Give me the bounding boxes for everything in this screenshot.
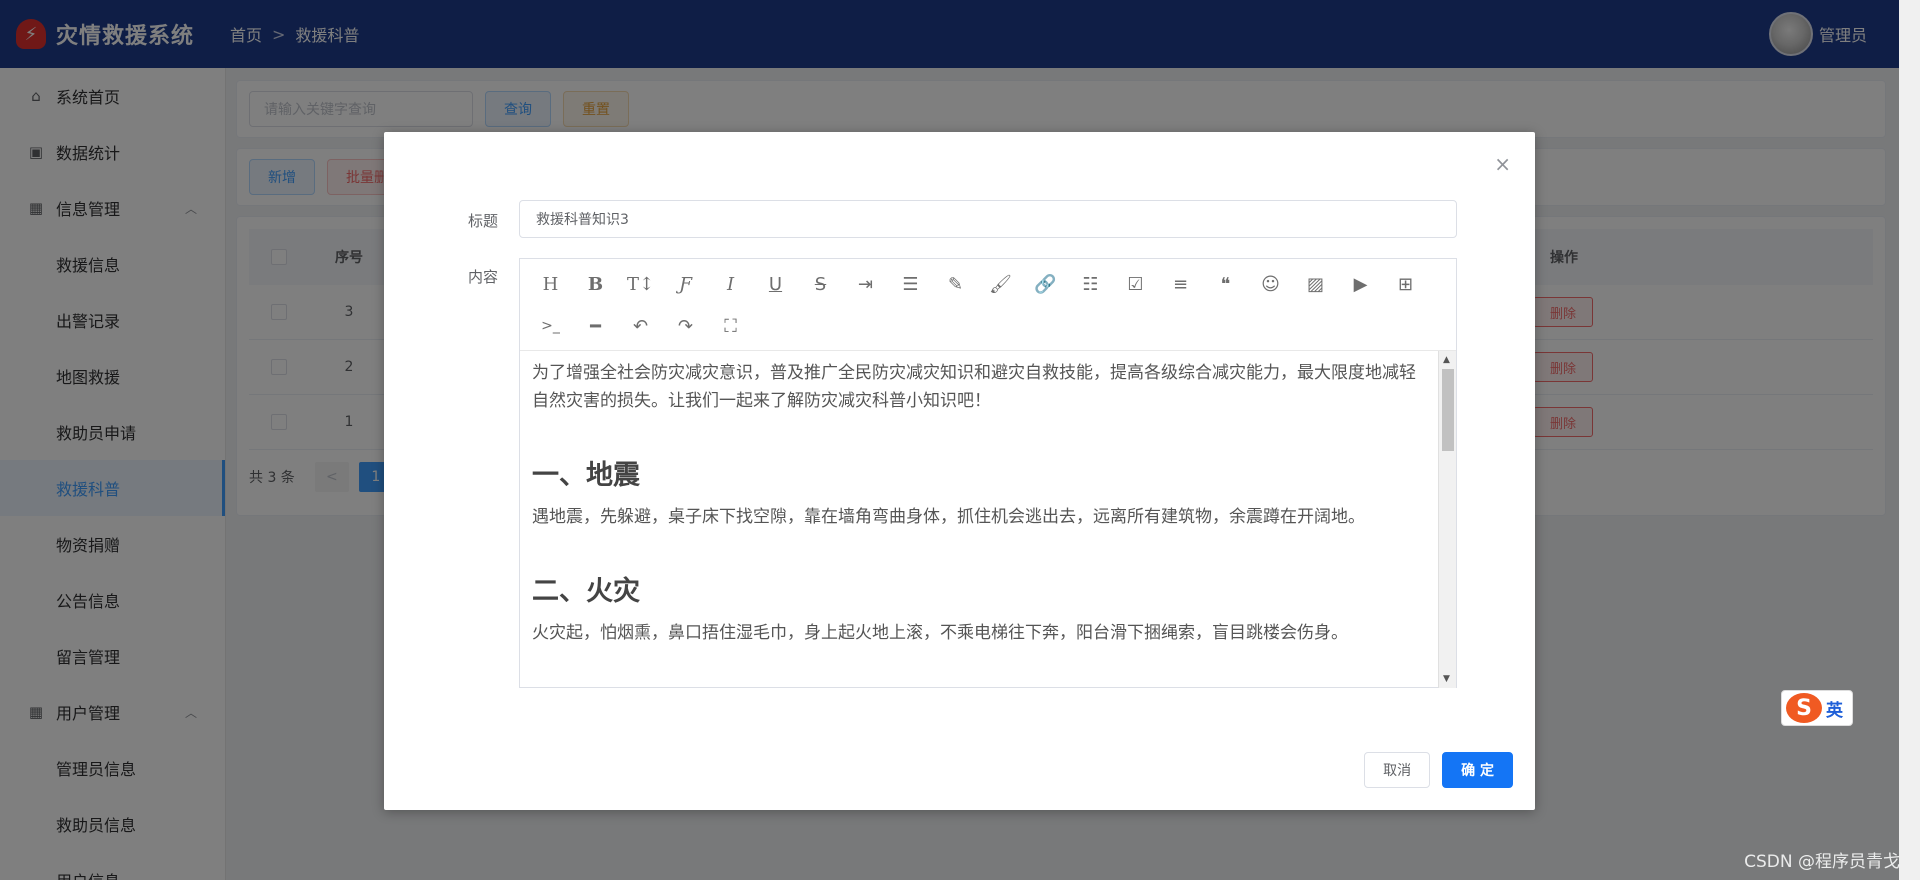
window-edge	[1899, 0, 1920, 880]
emoji-icon[interactable]: ☺	[1248, 263, 1293, 305]
editor-toolbar: H B T↕ Ƒ I U S ⇥ ☰ ✎ 🖌 🔗 ☷ ☑ ≡ ❝ ☺ ▨ ▶ ⊞…	[520, 259, 1456, 351]
section-heading: 一、地震	[532, 460, 640, 491]
title-row: 标题	[384, 210, 510, 231]
scroll-thumb[interactable]	[1442, 369, 1454, 451]
section-paragraph: 遇地震，先躲避，桌子床下找空隙，靠在墙角弯曲身体，抓住机会逃出去，远离所有建筑物…	[532, 507, 1365, 527]
title-label: 标题	[467, 212, 498, 230]
dialog-footer: 取消 确 定	[1364, 752, 1513, 788]
cancel-button[interactable]: 取消	[1364, 752, 1431, 788]
section-paragraph: 火灾起，怕烟熏，鼻口捂住湿毛巾，身上起火地上滚，不乘电梯往下奔，阳台滑下捆绳索，…	[532, 623, 1348, 643]
close-icon[interactable]: ×	[1494, 152, 1511, 176]
bold-icon[interactable]: B	[573, 263, 618, 305]
ime-toolbar[interactable]: S 英	[1781, 690, 1853, 726]
image-icon[interactable]: ▨	[1293, 263, 1338, 305]
checkbox-icon[interactable]: ☑	[1113, 263, 1158, 305]
list-icon[interactable]: ☷	[1068, 263, 1113, 305]
table-icon[interactable]: ⊞	[1383, 263, 1428, 305]
video-icon[interactable]: ▶	[1338, 263, 1383, 305]
link-icon[interactable]: 🔗	[1023, 263, 1068, 305]
scroll-up-icon[interactable]: ▲	[1443, 355, 1450, 365]
content-row: 内容	[384, 266, 510, 287]
undo-icon[interactable]: ↶	[618, 305, 663, 347]
font-size-icon[interactable]: T↕	[618, 263, 663, 305]
editor-scrollbar[interactable]: ▲ ▼	[1438, 351, 1456, 688]
brush-icon[interactable]: 🖌	[978, 263, 1023, 305]
section-heading: 二、火灾	[532, 576, 640, 607]
confirm-button[interactable]: 确 定	[1442, 752, 1513, 788]
content-label: 内容	[467, 268, 498, 286]
italic-icon[interactable]: I	[708, 263, 753, 305]
title-input[interactable]: 救援科普知识3	[519, 200, 1457, 238]
strikethrough-icon[interactable]: S	[798, 263, 843, 305]
edit-dialog: × 标题 救援科普知识3 内容 H B T↕ Ƒ I U S ⇥ ☰ ✎ 🖌 🔗…	[384, 132, 1535, 810]
code-icon[interactable]: >_	[528, 305, 573, 347]
heading-icon[interactable]: H	[528, 263, 573, 305]
rich-text-editor: H B T↕ Ƒ I U S ⇥ ☰ ✎ 🖌 🔗 ☷ ☑ ≡ ❝ ☺ ▨ ▶ ⊞…	[519, 258, 1457, 688]
ime-logo-icon[interactable]: S	[1786, 693, 1822, 723]
watermark: CSDN @程序员青戈	[1744, 852, 1900, 872]
intro-paragraph: 为了增强全社会防灾减灾意识，普及推广全民防灾减灾知识和避灾自救技能，提高各级综合…	[532, 363, 1416, 411]
underline-icon[interactable]: U	[753, 263, 798, 305]
indent-icon[interactable]: ⇥	[843, 263, 888, 305]
pen-icon[interactable]: ✎	[933, 263, 978, 305]
scroll-down-icon[interactable]: ▼	[1443, 674, 1450, 684]
font-family-icon[interactable]: Ƒ	[663, 263, 708, 305]
editor-content[interactable]: 为了增强全社会防灾减灾意识，普及推广全民防灾减灾知识和避灾自救技能，提高各级综合…	[520, 351, 1438, 688]
quote-icon[interactable]: ❝	[1203, 263, 1248, 305]
justify-icon[interactable]: ≡	[1158, 263, 1203, 305]
horizontal-rule-icon[interactable]: ━	[573, 305, 618, 347]
redo-icon[interactable]: ↷	[663, 305, 708, 347]
fullscreen-icon[interactable]: ⛶	[708, 305, 753, 347]
ime-mode[interactable]: 英	[1826, 696, 1843, 721]
line-height-icon[interactable]: ☰	[888, 263, 933, 305]
